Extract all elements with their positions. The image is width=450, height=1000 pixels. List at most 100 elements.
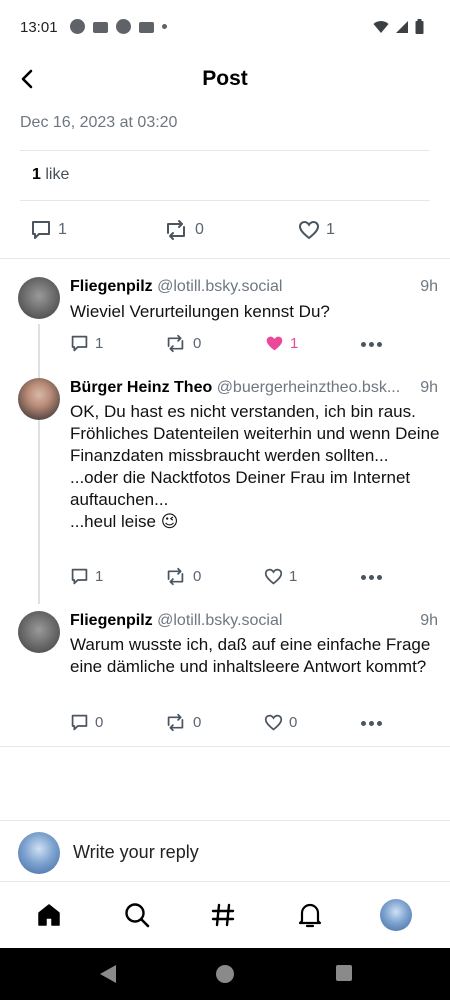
author-name[interactable]: Bürger Heinz Theo: [70, 379, 212, 396]
home-icon: [38, 904, 60, 926]
comment-icon: [71, 335, 88, 352]
reply-item[interactable]: Bürger Heinz Theo @buergerheinztheo.bsk.…: [0, 368, 450, 604]
battery-icon: [415, 19, 424, 34]
repost-button[interactable]: 0: [164, 334, 201, 353]
author-name[interactable]: Fliegenpilz: [70, 278, 153, 295]
divider: [20, 150, 430, 151]
reply-header: Fliegenpilz @lotill.bsky.social: [70, 278, 438, 296]
heart-filled-icon: [266, 336, 283, 351]
repost-button[interactable]: 0: [164, 567, 201, 586]
cell-signal-icon: [396, 20, 408, 33]
system-status-icons: [373, 19, 424, 34]
reply-button[interactable]: 1: [30, 219, 67, 241]
status-time: 13:01: [20, 19, 58, 36]
author-handle[interactable]: @lotill.bsky.social: [157, 278, 282, 295]
header: Post: [0, 56, 450, 102]
reply-time: 9h: [420, 612, 438, 629]
like-count: 1: [326, 221, 335, 238]
system-home-icon[interactable]: [215, 964, 235, 984]
repost-icon: [167, 567, 184, 586]
reply-text: Wieviel Verurteilungen kennst Du?: [70, 302, 330, 321]
author-handle[interactable]: @lotill.bsky.social: [157, 612, 282, 629]
nav-home[interactable]: [27, 893, 71, 937]
like-button[interactable]: 1: [298, 219, 335, 241]
write-reply-bar[interactable]: Write your reply: [0, 820, 450, 882]
bell-icon: [298, 903, 322, 928]
nav-search[interactable]: [115, 893, 159, 937]
divider: [0, 746, 450, 747]
nav-profile[interactable]: [374, 893, 418, 937]
comment-icon: [32, 221, 50, 239]
thread-line: [38, 424, 40, 604]
page-title: Post: [202, 67, 248, 90]
heart-icon: [264, 714, 283, 731]
reply-text: Warum wusste ich, daß auf eine einfache …: [70, 635, 431, 676]
repost-button[interactable]: 0: [164, 713, 201, 732]
author-handle[interactable]: @buergerheinztheo.bsk...: [217, 379, 400, 396]
status-bar: 13:01: [0, 0, 450, 56]
likes-label: like: [45, 166, 70, 183]
reply-header: Bürger Heinz Theo @buergerheinztheo.bsk.…: [70, 379, 400, 397]
repost-icon: [167, 713, 184, 732]
like-button[interactable]: 0: [264, 713, 297, 732]
bottom-nav: [0, 883, 450, 948]
reply-button[interactable]: 1: [70, 334, 103, 353]
repost-icon: [167, 334, 184, 353]
repost-icon: [167, 220, 185, 240]
nav-feeds[interactable]: [201, 893, 245, 937]
repost-count: 0: [195, 221, 204, 238]
hashtag-icon: [211, 903, 235, 927]
reply-count: 1: [95, 335, 104, 352]
reply-button[interactable]: 0: [70, 713, 103, 732]
avatar[interactable]: [18, 277, 60, 319]
post-date: Dec 16, 2023 at 03:20: [20, 114, 178, 131]
reply-time: 9h: [420, 379, 438, 396]
reply-header: Fliegenpilz @lotill.bsky.social: [70, 612, 438, 630]
repost-count: 0: [193, 714, 202, 731]
profile-avatar: [380, 899, 412, 931]
system-back-icon[interactable]: [99, 964, 117, 984]
avatar[interactable]: [18, 378, 60, 420]
repost-button[interactable]: 0: [163, 219, 204, 241]
more-options-button[interactable]: [361, 575, 382, 580]
reply-text: OK, Du hast es nicht verstanden, ich bin…: [70, 402, 440, 531]
repost-count: 0: [193, 335, 202, 352]
post-actions: 1 0 1: [0, 217, 450, 245]
repost-count: 0: [193, 568, 202, 585]
system-nav-bar: [0, 948, 450, 1000]
nav-notifications[interactable]: [288, 893, 332, 937]
divider: [20, 200, 430, 201]
heart-icon: [298, 220, 320, 240]
more-notifications-dot-icon: [162, 24, 167, 29]
more-options-button[interactable]: [361, 342, 382, 347]
notification-icons: [70, 19, 167, 34]
likes-count: 1: [32, 166, 41, 183]
reply-count: 1: [58, 221, 67, 238]
comment-icon: [71, 714, 88, 731]
like-button[interactable]: 1: [264, 567, 297, 586]
like-count: 1: [289, 568, 298, 585]
more-options-button[interactable]: [361, 721, 382, 726]
heart-icon: [264, 568, 283, 585]
reply-count: 0: [95, 714, 104, 731]
search-icon: [125, 903, 150, 928]
like-count: 1: [290, 335, 299, 352]
avatar[interactable]: [18, 611, 60, 653]
reply-count: 1: [95, 568, 104, 585]
wifi-icon: [373, 20, 389, 33]
comment-icon: [71, 568, 88, 585]
author-name[interactable]: Fliegenpilz: [70, 612, 153, 629]
mail-icon: [93, 22, 108, 33]
reply-button[interactable]: 1: [70, 567, 103, 586]
chrome-icon: [70, 19, 85, 34]
my-avatar: [18, 832, 60, 874]
reply-item[interactable]: Fliegenpilz @lotill.bsky.social 9h Wievi…: [0, 258, 450, 444]
system-recents-icon[interactable]: [335, 964, 353, 982]
reply-item[interactable]: Fliegenpilz @lotill.bsky.social 9h Warum…: [0, 600, 450, 746]
like-button[interactable]: 1: [265, 334, 298, 353]
likes-count-link[interactable]: 1 like: [32, 166, 69, 184]
reply-time: 9h: [420, 278, 438, 295]
reply-input-placeholder[interactable]: Write your reply: [73, 842, 199, 863]
app-notification-icon: [116, 19, 131, 34]
like-count: 0: [289, 714, 298, 731]
